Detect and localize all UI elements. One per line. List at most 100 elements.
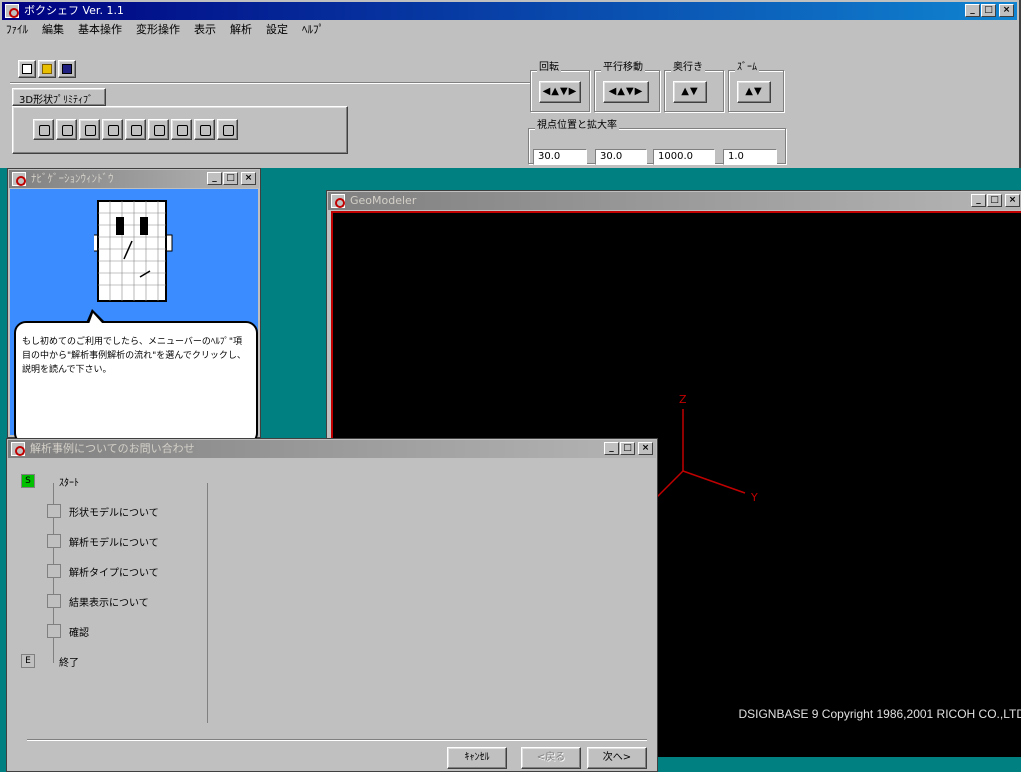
file-toolbar (18, 60, 76, 78)
step-result-display-box (47, 594, 61, 608)
step-end[interactable]: E 終了 (21, 651, 79, 671)
translate-spinner[interactable]: ◀▲▼▶ (603, 81, 649, 103)
torus-primitive-button[interactable] (194, 119, 215, 140)
navigator-maximize-button[interactable]: □ (223, 172, 238, 185)
primitive-tools (33, 119, 238, 140)
step-start[interactable]: S ｽﾀｰﾄ (21, 471, 79, 491)
revolve-primitive-button[interactable] (217, 119, 238, 140)
copyright-text: DSIGNBASE 9 Copyright 1986,2001 RICOH CO… (738, 707, 1021, 721)
open-file-button[interactable] (38, 60, 56, 78)
navigator-title: ﾅﾋﾞｹﾞｰｼｮﾝｳｨﾝﾄﾞｳ (31, 172, 114, 185)
depth-spinner[interactable]: ▲▼ (673, 81, 707, 103)
view-angle-y-input[interactable]: 30.0 (595, 149, 647, 165)
app-title: ボクシェフ Ver. 1.1 (24, 4, 124, 17)
step-result-display[interactable]: 結果表示について (47, 591, 149, 611)
wizard-steps: S ｽﾀｰﾄ 形状モデルについて 解析モデルについて 解析タイプについて 結果表… (17, 467, 207, 727)
wizard-minimize-button[interactable]: _ (604, 442, 619, 455)
box-primitive-button[interactable] (33, 119, 54, 140)
wizard-dialog: 解析事例についてのお問い合わせ _ □ × S ｽﾀｰﾄ 形状モデルについて 解… (6, 438, 658, 772)
navigator-minimize-button[interactable]: _ (207, 172, 222, 185)
wizard-divider (27, 739, 647, 741)
zoom-label: ｽﾞｰﾑ (735, 62, 759, 74)
navigator-message: もし初めてのご利用でしたら、メニューバーのﾍﾙﾌﾟ"項目の中から"解析事例解析の… (22, 337, 246, 375)
rotate-group: 回転 ◀▲▼▶ (530, 62, 590, 112)
step-shape-model[interactable]: 形状モデルについて (47, 501, 159, 521)
modeler-title: GeoModeler (350, 194, 417, 207)
step-confirm[interactable]: 確認 (47, 621, 89, 641)
depth-label: 奥行き (671, 62, 705, 74)
zoom-spinner[interactable]: ▲▼ (737, 81, 771, 103)
view-angle-x-input[interactable]: 30.0 (533, 149, 587, 165)
menu-analysis[interactable]: 解析 (228, 21, 254, 39)
view-scale-input[interactable]: 1.0 (723, 149, 777, 165)
tab-3d-primitives[interactable]: 3D形状ﾌﾟﾘﾐﾃｨﾌﾞ (12, 88, 106, 106)
zoom-group: ｽﾞｰﾑ ▲▼ (728, 62, 784, 112)
step-analysis-model-label: 解析モデルについて (69, 537, 159, 549)
main-title-bar[interactable]: ボクシェフ Ver. 1.1 _ □ × (2, 2, 1017, 20)
back-button[interactable]: <戻る (521, 747, 581, 769)
wizard-close-button[interactable]: × (638, 442, 653, 455)
new-file-button[interactable] (18, 60, 36, 78)
menu-file[interactable]: ﾌｧｲﾙ (4, 21, 30, 39)
pipe-primitive-button[interactable] (171, 119, 192, 140)
step-confirm-box (47, 624, 61, 638)
menu-settings[interactable]: 設定 (264, 21, 290, 39)
menu-basic-ops[interactable]: 基本操作 (76, 21, 124, 39)
modeler-maximize-button[interactable]: □ (987, 194, 1002, 207)
step-analysis-model-box (47, 534, 61, 548)
y-axis-line (682, 470, 746, 494)
view-settings-label: 視点位置と拡大率 (535, 120, 619, 132)
wizard-maximize-button[interactable]: □ (620, 442, 635, 455)
menu-edit[interactable]: 編集 (40, 21, 66, 39)
modeler-title-bar[interactable]: GeoModeler _ □ × (328, 192, 1021, 210)
menu-transform-ops[interactable]: 変形操作 (134, 21, 182, 39)
robot-mascot-icon (94, 200, 173, 302)
app-icon (5, 4, 19, 18)
navigator-client: もし初めてのご利用でしたら、メニューバーのﾍﾙﾌﾟ"項目の中から"解析事例解析の… (10, 189, 258, 445)
navigator-close-button[interactable]: × (241, 172, 256, 185)
modeler-close-button[interactable]: × (1005, 194, 1020, 207)
maximize-button[interactable]: □ (981, 4, 996, 17)
minimize-button[interactable]: _ (965, 4, 980, 17)
navigator-window: ﾅﾋﾞｹﾞｰｼｮﾝｳｨﾝﾄﾞｳ _ □ × もし初めてのご利用でしたら、メニュー… (7, 168, 261, 445)
cone-primitive-button[interactable] (102, 119, 123, 140)
step-confirm-label: 確認 (69, 627, 89, 639)
y-axis-label: Y (750, 491, 758, 504)
wizard-title: 解析事例についてのお問い合わせ (30, 442, 195, 455)
speech-bubble: もし初めてのご利用でしたら、メニューバーのﾍﾙﾌﾟ"項目の中から"解析事例解析の… (14, 309, 258, 445)
pyramid-primitive-button[interactable] (125, 119, 146, 140)
cancel-button[interactable]: ｷｬﾝｾﾙ (447, 747, 507, 769)
step-shape-model-label: 形状モデルについて (69, 507, 159, 519)
modeler-minimize-button[interactable]: _ (971, 194, 986, 207)
step-analysis-type-box (47, 564, 61, 578)
sphere-primitive-button[interactable] (148, 119, 169, 140)
step-start-marker: S (21, 474, 35, 488)
rotate-label: 回転 (537, 62, 561, 74)
step-analysis-model[interactable]: 解析モデルについて (47, 531, 159, 551)
menu-help[interactable]: ﾍﾙﾌﾟ (300, 21, 326, 39)
step-shape-model-box (47, 504, 61, 518)
step-end-marker: E (21, 654, 35, 668)
view-distance-input[interactable]: 1000.0 (653, 149, 715, 165)
step-analysis-type[interactable]: 解析タイプについて (47, 561, 159, 581)
new-file-icon (22, 64, 32, 74)
save-file-button[interactable] (58, 60, 76, 78)
navigator-title-bar[interactable]: ﾅﾋﾞｹﾞｰｼｮﾝｳｨﾝﾄﾞｳ _ □ × (9, 170, 259, 188)
step-result-display-label: 結果表示について (69, 597, 149, 609)
toolbar-divider (10, 82, 530, 84)
open-folder-icon (42, 64, 52, 74)
depth-group: 奥行き ▲▼ (664, 62, 724, 112)
primitive-panel (12, 106, 348, 154)
next-button[interactable]: 次へ> (587, 747, 647, 769)
cup-primitive-button[interactable] (79, 119, 100, 140)
wizard-content (207, 483, 647, 723)
cylinder-primitive-button[interactable] (56, 119, 77, 140)
rotate-spinner[interactable]: ◀▲▼▶ (539, 81, 581, 103)
menu-view[interactable]: 表示 (192, 21, 218, 39)
translate-label: 平行移動 (601, 62, 645, 74)
step-analysis-type-label: 解析タイプについて (69, 567, 159, 579)
menu-bar: ﾌｧｲﾙ 編集 基本操作 変形操作 表示 解析 設定 ﾍﾙﾌﾟ (4, 21, 326, 39)
close-button[interactable]: × (999, 4, 1014, 17)
wizard-app-icon (11, 442, 25, 456)
wizard-title-bar[interactable]: 解析事例についてのお問い合わせ _ □ × (8, 440, 656, 458)
